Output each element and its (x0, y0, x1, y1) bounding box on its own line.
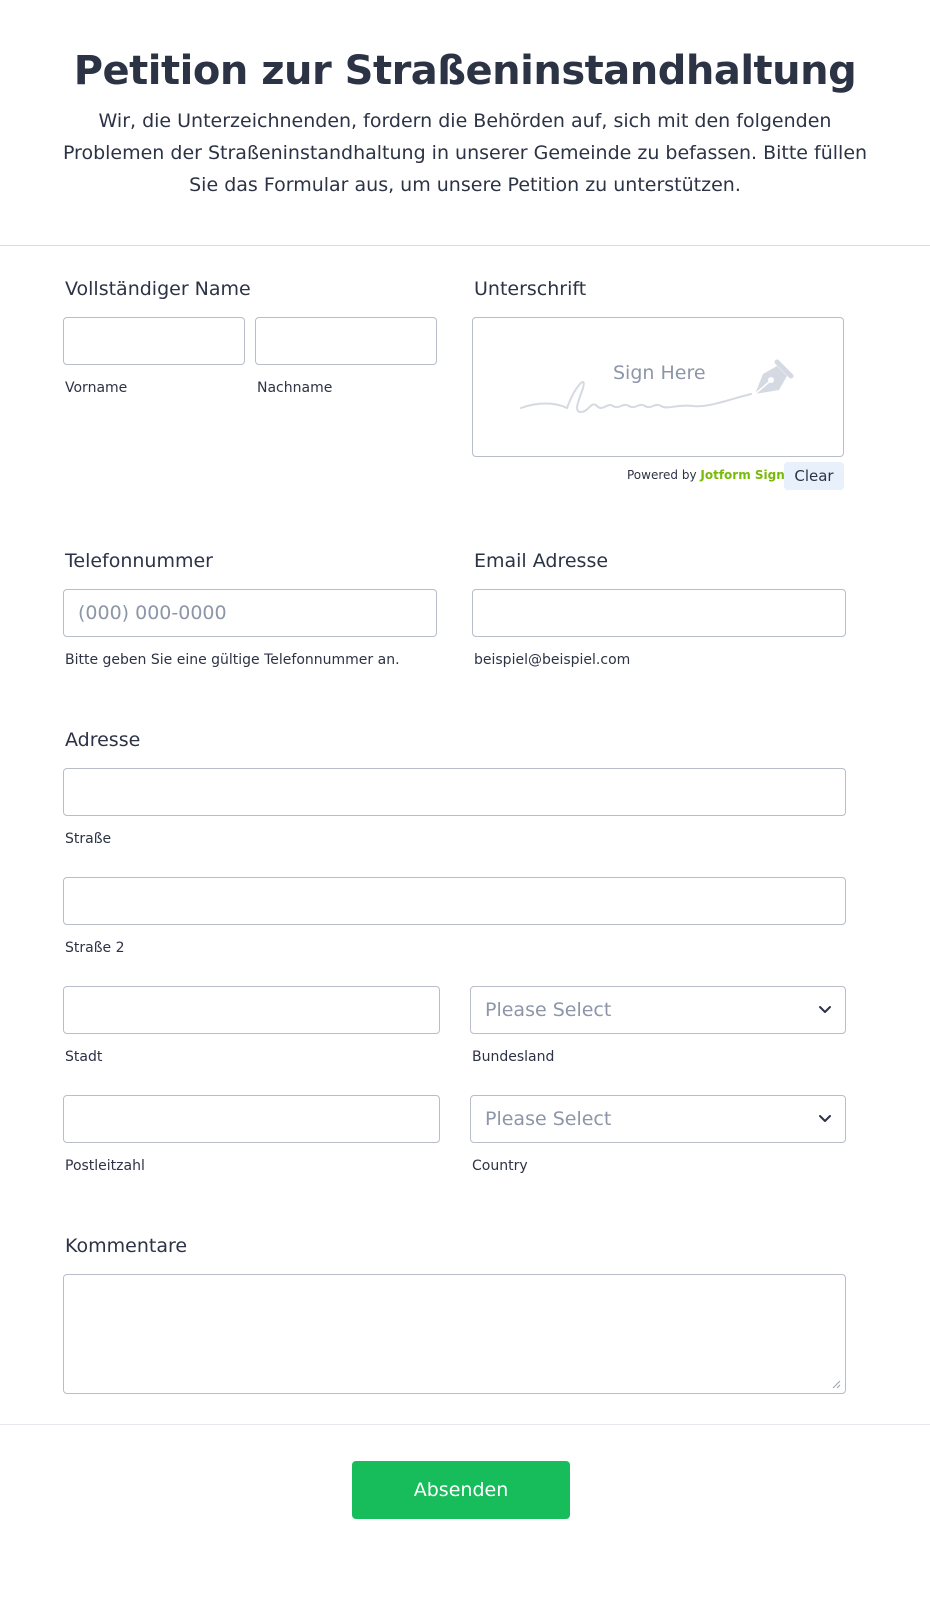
street-input[interactable] (63, 768, 846, 816)
email-label: Email Adresse (474, 550, 609, 572)
first-name-sublabel: Vorname (65, 380, 128, 396)
address-label: Adresse (65, 729, 141, 751)
email-input[interactable] (472, 589, 846, 637)
zip-sublabel: Postleitzahl (65, 1158, 145, 1174)
street-sublabel: Straße (65, 831, 112, 847)
email-sublabel: beispiel@beispiel.com (474, 652, 631, 668)
chevron-down-icon (819, 1115, 831, 1122)
jotform-sign-link[interactable]: Jotform Sign (700, 468, 784, 482)
footer-divider (0, 1424, 930, 1425)
form-description: Wir, die Unterzeichnenden, fordern die B… (62, 110, 868, 196)
chevron-down-icon (819, 1006, 831, 1013)
state-sublabel: Bundesland (472, 1049, 555, 1065)
country-select[interactable]: Please Select (470, 1095, 846, 1143)
phone-placeholder: (000) 000-0000 (78, 602, 227, 624)
zip-input[interactable] (63, 1095, 440, 1143)
state-select[interactable]: Please Select (470, 986, 846, 1034)
resize-handle-icon[interactable] (831, 1379, 841, 1389)
street2-input[interactable] (63, 877, 846, 925)
header-divider (0, 245, 930, 246)
powered-by-text: Powered by Jotform Sign (627, 468, 785, 482)
phone-input[interactable]: (000) 000-0000 (63, 589, 437, 637)
country-select-value: Please Select (485, 1108, 612, 1130)
submit-button[interactable]: Absenden (352, 1461, 570, 1519)
city-input[interactable] (63, 986, 440, 1034)
phone-sublabel: Bitte geben Sie eine gültige Telefonnumm… (65, 652, 400, 668)
city-sublabel: Stadt (65, 1049, 103, 1065)
first-name-input[interactable] (63, 317, 245, 365)
last-name-sublabel: Nachname (257, 380, 333, 396)
signature-label: Unterschrift (474, 278, 587, 300)
pen-nib-icon (754, 359, 794, 395)
full-name-label: Vollständiger Name (65, 278, 251, 300)
phone-label: Telefonnummer (65, 550, 213, 572)
street2-sublabel: Straße 2 (65, 940, 125, 956)
country-sublabel: Country (472, 1158, 528, 1174)
comments-textarea[interactable] (63, 1274, 846, 1394)
signature-scribble-icon (520, 381, 752, 414)
last-name-input[interactable] (255, 317, 437, 365)
form-title: Petition zur Straßeninstandhaltung (73, 48, 857, 94)
state-select-value: Please Select (485, 999, 612, 1021)
comments-label: Kommentare (65, 1235, 188, 1257)
clear-signature-button[interactable]: Clear (784, 462, 844, 490)
signature-pad[interactable]: Sign Here (472, 317, 844, 457)
